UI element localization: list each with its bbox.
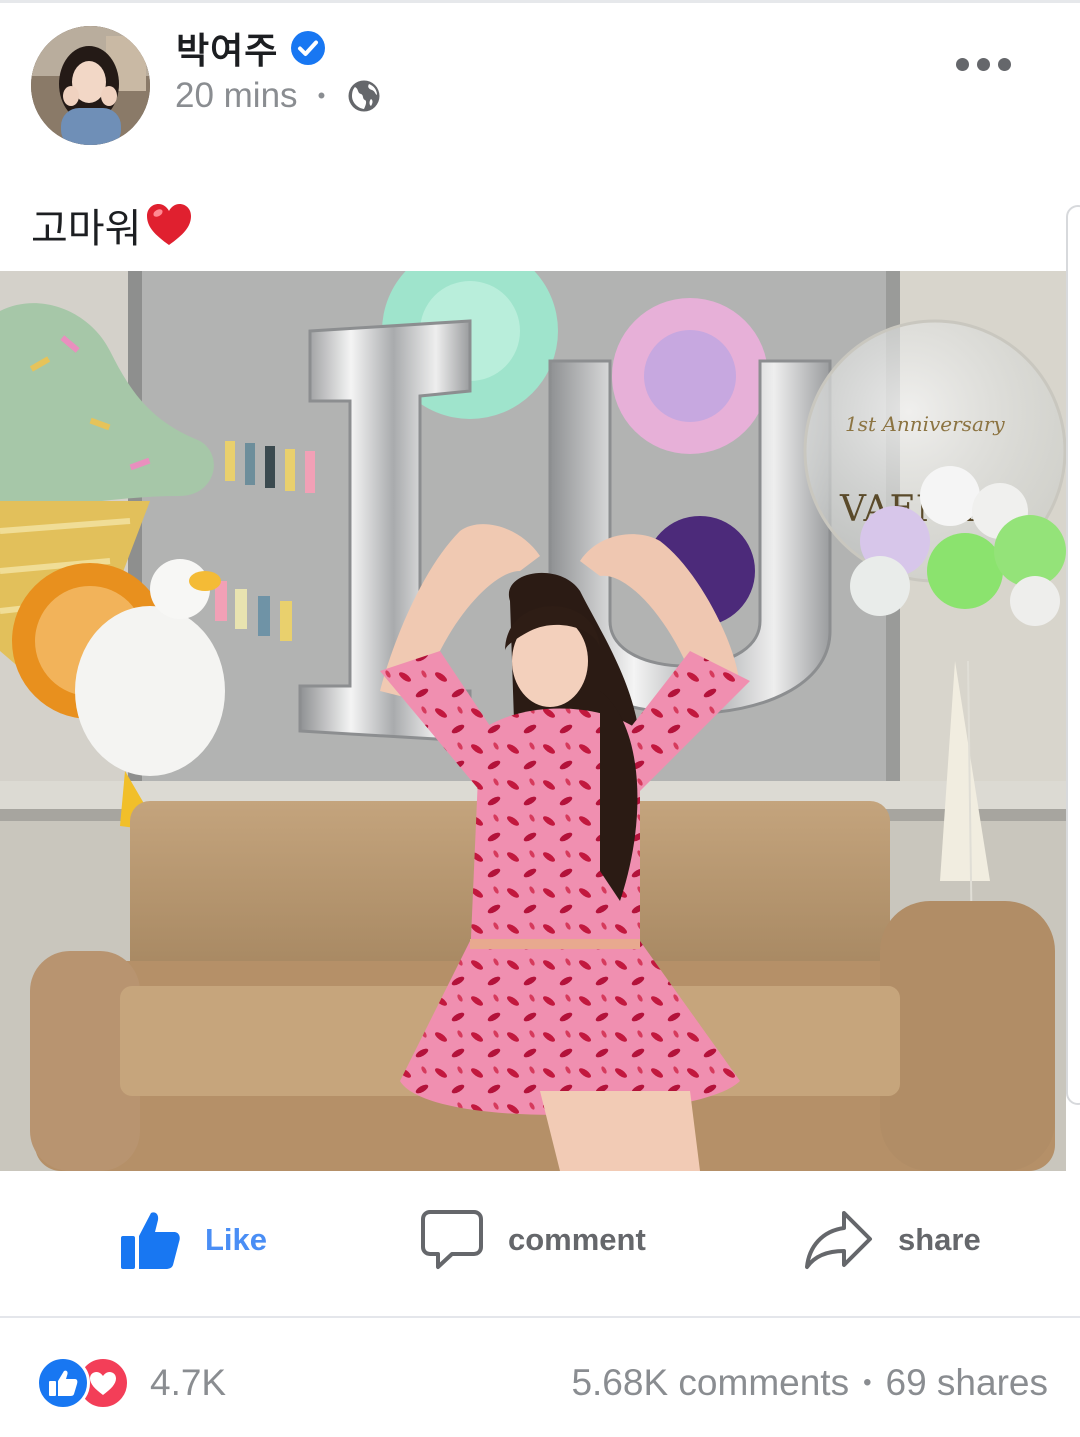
globe-icon[interactable] [347, 79, 381, 113]
share-button[interactable]: share [804, 1209, 981, 1271]
heart-icon [90, 1371, 116, 1395]
side-edge-panel [1066, 205, 1080, 1105]
author-row: 박여주 [176, 22, 326, 74]
red-heart-emoji [147, 204, 192, 245]
post-photo[interactable]: VAENA 1st Anniversary [0, 271, 1066, 1171]
thumbs-up-icon [49, 1370, 78, 1396]
thumbs-up-icon [121, 1212, 180, 1269]
comment-icon [421, 1210, 483, 1269]
post-caption: 고마워 [31, 196, 193, 254]
more-dot [998, 58, 1011, 71]
post-stats: 4.7K 5.68K comments • 69 shares [0, 1320, 1080, 1437]
balloon-subtext: 1st Anniversary [845, 412, 1005, 436]
share-icon [805, 1211, 872, 1269]
author-name[interactable]: 박여주 [176, 22, 278, 74]
engagement-counts: 5.68K comments • 69 shares [571, 1362, 1048, 1404]
comment-button[interactable]: comment [420, 1209, 646, 1271]
more-options-button[interactable] [952, 54, 1015, 75]
shares-count[interactable]: 69 shares [886, 1362, 1049, 1404]
author-avatar[interactable] [31, 26, 150, 145]
more-dot [977, 58, 990, 71]
post-actions: Like comment share [0, 1171, 1080, 1318]
like-button[interactable]: Like [119, 1209, 267, 1271]
like-reaction-icon [36, 1356, 90, 1410]
photo-scene: VAENA 1st Anniversary [0, 271, 1066, 1171]
caption-text: 고마워 [31, 206, 142, 252]
post-meta: 20 mins • [175, 76, 381, 116]
reactions-summary[interactable]: 4.7K [36, 1356, 226, 1410]
comments-count[interactable]: 5.68K comments [571, 1362, 849, 1404]
post-header: 박여주 20 mins • [0, 0, 1080, 160]
post-time[interactable]: 20 mins [175, 76, 298, 116]
meta-separator: • [317, 83, 326, 108]
verified-badge-icon [291, 31, 326, 65]
reaction-count: 4.7K [150, 1362, 227, 1403]
avatar-image [31, 26, 150, 145]
comment-label: comment [508, 1222, 646, 1257]
like-label: Like [205, 1222, 268, 1257]
share-label: share [898, 1222, 981, 1257]
counts-separator: • [863, 1369, 872, 1396]
more-dot [956, 58, 969, 71]
